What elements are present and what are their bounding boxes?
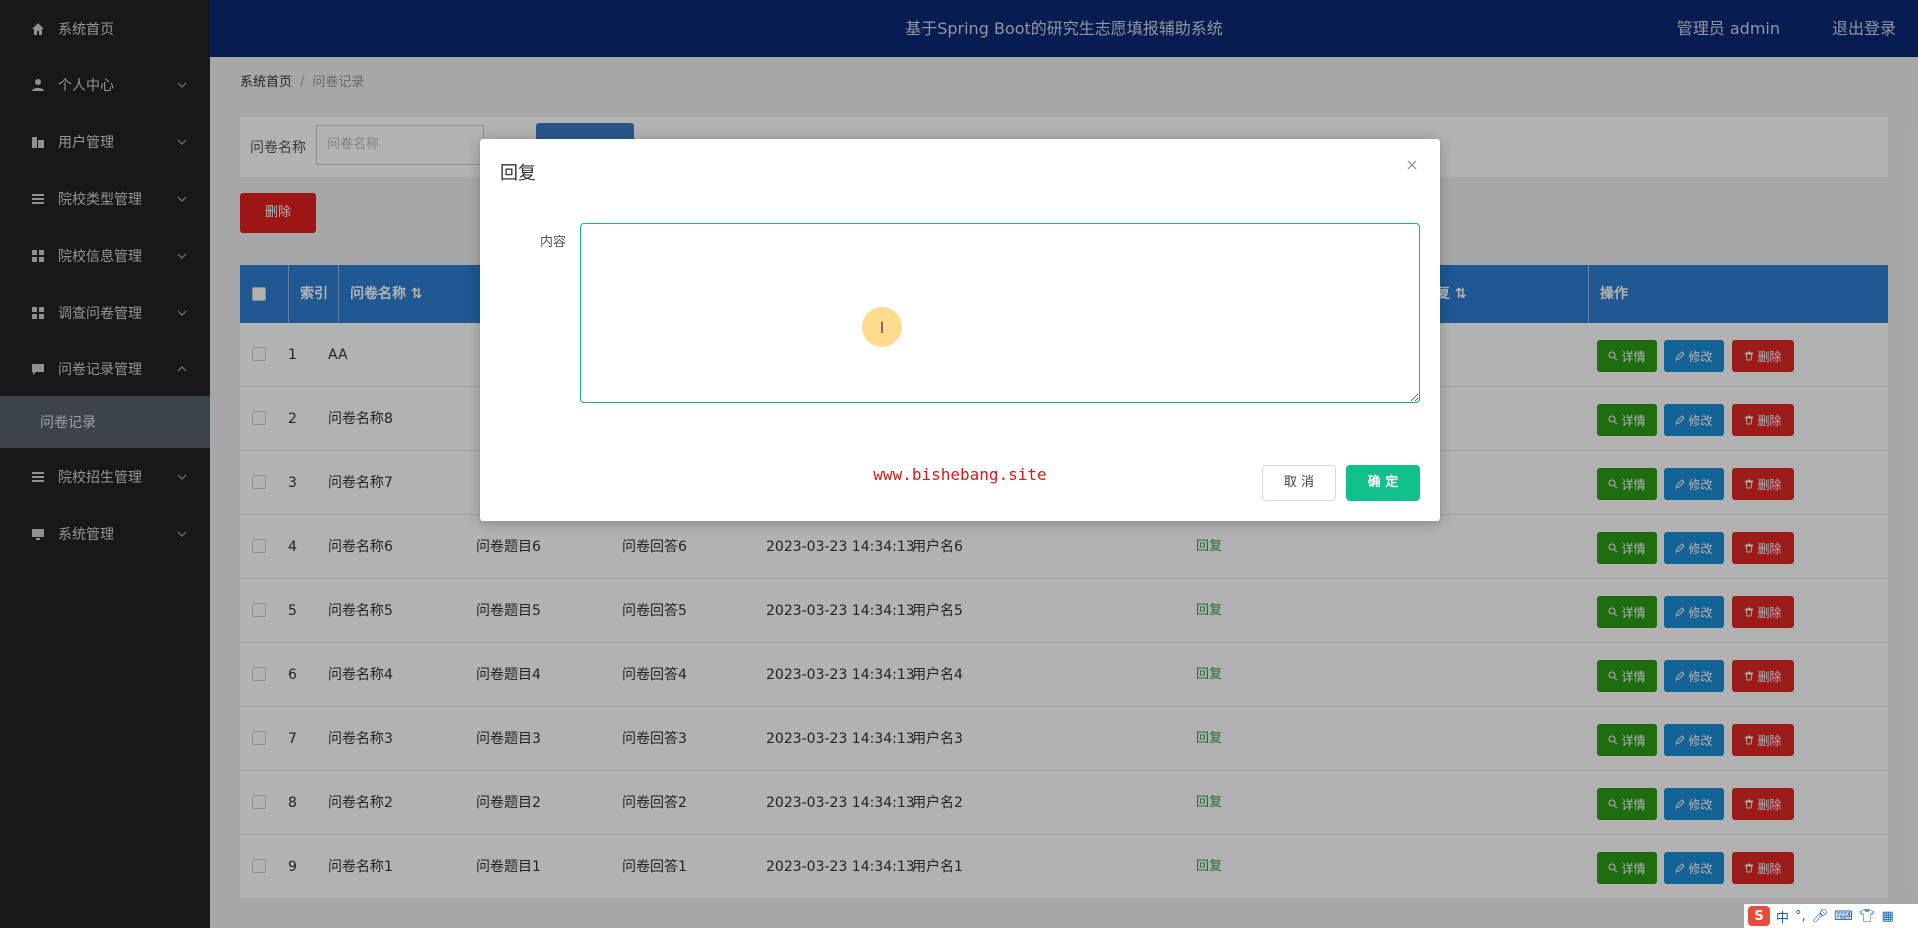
dialog-title: 回复 <box>500 163 536 184</box>
reply-dialog: 回复 内容 I www.bishebang.site 取 消 确 定 <box>480 139 1440 521</box>
grid-menu-icon[interactable]: ▦ <box>1881 909 1893 924</box>
shirt-icon[interactable]: 👕︎ <box>1859 909 1876 924</box>
cancel-button[interactable]: 取 消 <box>1262 465 1336 501</box>
punct-icon[interactable]: °, <box>1795 909 1806 924</box>
content-label: 内容 <box>540 235 567 250</box>
ime-toolbar: S 中 °, 🎤︎ ⌨ 👕︎ ▦ <box>1744 904 1918 928</box>
ime-lang[interactable]: 中 <box>1776 907 1789 926</box>
close-icon[interactable] <box>1404 157 1420 173</box>
content-textarea[interactable] <box>580 223 1420 403</box>
sogou-logo-icon[interactable]: S <box>1748 906 1770 926</box>
keyboard-icon[interactable]: ⌨ <box>1834 909 1853 924</box>
mic-icon[interactable]: 🎤︎ <box>1812 909 1829 924</box>
confirm-button[interactable]: 确 定 <box>1346 465 1420 501</box>
